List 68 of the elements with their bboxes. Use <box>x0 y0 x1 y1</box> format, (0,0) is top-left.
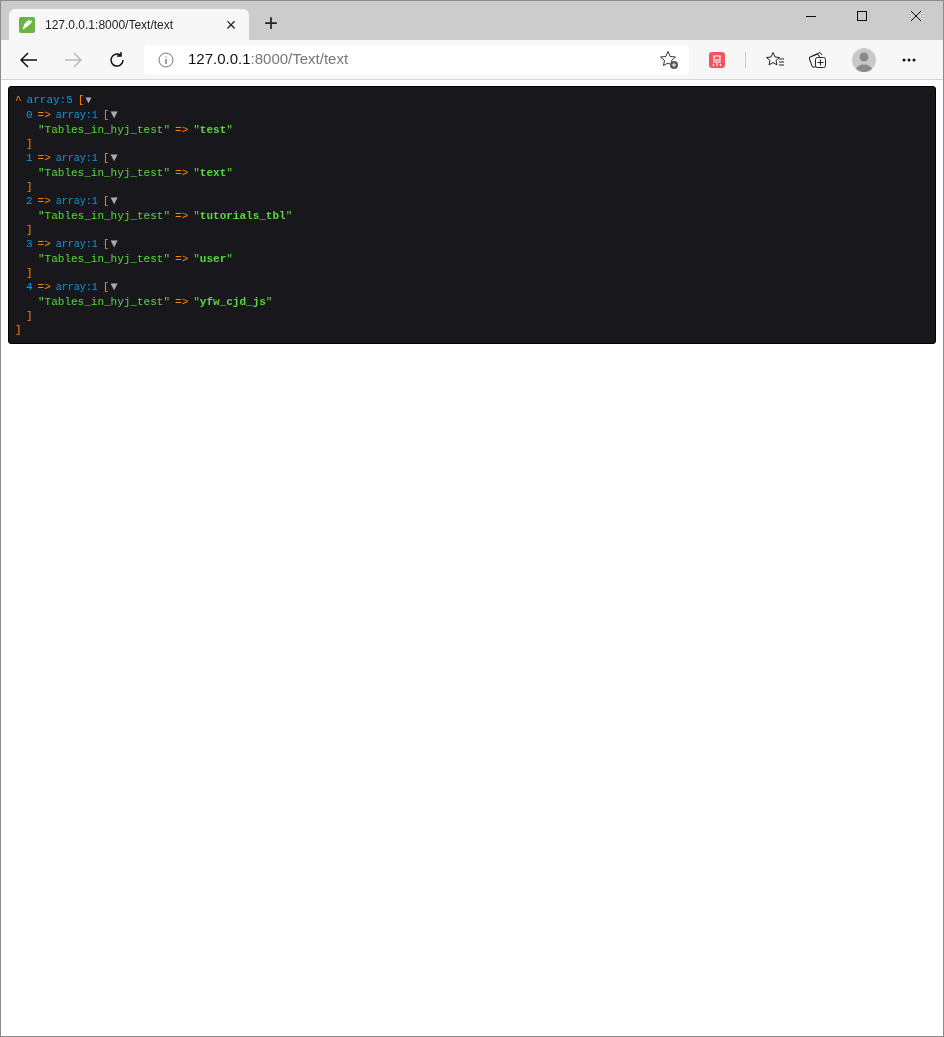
tab-title: 127.0.0.1:8000/Text/text <box>45 16 175 34</box>
close-icon[interactable] <box>911 11 921 21</box>
array-index: 0 <box>26 108 33 122</box>
close-tab-button[interactable]: × <box>223 15 239 34</box>
arrow-operator: => <box>37 108 51 122</box>
url-text: 127.0.0.1:8000/Text/text <box>188 49 349 70</box>
close-bracket: ] <box>15 323 22 337</box>
key-string: "Tables_in_hyj_test" <box>38 295 171 309</box>
expand-toggle[interactable]: ▼ <box>110 280 118 294</box>
maximize-icon[interactable] <box>857 11 867 21</box>
arrow-operator: => <box>37 194 51 208</box>
close-bracket: ] <box>26 223 33 237</box>
expand-toggle[interactable]: ▼ <box>110 151 118 165</box>
browser-tab[interactable]: 127.0.0.1:8000/Text/text × <box>9 9 249 40</box>
expand-toggle[interactable]: ▼ <box>110 194 118 208</box>
add-favorite-icon[interactable] <box>659 49 679 70</box>
leaf-icon <box>19 16 35 33</box>
arrow-operator: => <box>37 151 51 165</box>
key-string: "Tables_in_hyj_test" <box>38 252 171 266</box>
expand-toggle[interactable]: ▼ <box>85 94 92 108</box>
collapse-toggle[interactable]: ^ <box>15 93 22 107</box>
close-bracket: ] <box>26 309 33 323</box>
key-string: "Tables_in_hyj_test" <box>38 209 171 223</box>
arrow-operator: => <box>37 237 51 251</box>
value-string: "tutorials_tbl" <box>193 209 293 223</box>
close-bracket: ] <box>26 137 33 151</box>
array-index: 2 <box>26 194 33 208</box>
close-bracket: ] <box>26 266 33 280</box>
arrow-operator: => <box>175 166 189 180</box>
arrow-operator: => <box>175 123 189 137</box>
info-icon <box>158 51 174 68</box>
expand-toggle[interactable]: ▼ <box>110 237 118 251</box>
back-icon[interactable] <box>20 51 38 68</box>
array-index: 3 <box>26 237 33 251</box>
open-bracket: [ <box>102 151 110 165</box>
value-string: "text" <box>193 166 233 180</box>
open-bracket: [ <box>102 108 110 122</box>
open-bracket: [ <box>77 93 85 107</box>
array-index: 1 <box>26 151 33 165</box>
type-label: array:1 <box>55 152 98 166</box>
open-bracket: [ <box>102 280 110 294</box>
arrow-operator: => <box>175 209 189 223</box>
new-tab-button[interactable]: + <box>257 9 285 37</box>
close-bracket: ] <box>26 180 33 194</box>
open-bracket: [ <box>102 194 110 208</box>
key-string: "Tables_in_hyj_test" <box>38 123 171 137</box>
type-label: array:5 <box>26 93 73 107</box>
collections-icon[interactable] <box>809 50 827 69</box>
profile-avatar-icon[interactable] <box>852 47 876 72</box>
extension-icon[interactable] <box>709 51 725 68</box>
open-bracket: [ <box>102 237 110 251</box>
address-bar[interactable]: 127.0.0.1:8000/Text/text <box>144 44 689 75</box>
expand-toggle[interactable]: ▼ <box>110 108 118 122</box>
value-string: "yfw_cjd_js" <box>193 295 273 309</box>
reload-icon[interactable] <box>108 50 126 69</box>
arrow-operator: => <box>175 252 189 266</box>
arrow-operator: => <box>175 295 189 309</box>
type-label: array:1 <box>55 281 98 295</box>
key-string: "Tables_in_hyj_test" <box>38 166 171 180</box>
arrow-operator: => <box>37 280 51 294</box>
type-label: array:1 <box>55 109 98 123</box>
favorites-icon[interactable] <box>765 50 785 69</box>
type-label: array:1 <box>55 238 98 252</box>
array-index: 4 <box>26 280 33 294</box>
type-label: array:1 <box>55 195 98 209</box>
value-string: "user" <box>193 252 233 266</box>
value-string: "test" <box>193 123 233 137</box>
more-icon[interactable] <box>902 57 916 62</box>
